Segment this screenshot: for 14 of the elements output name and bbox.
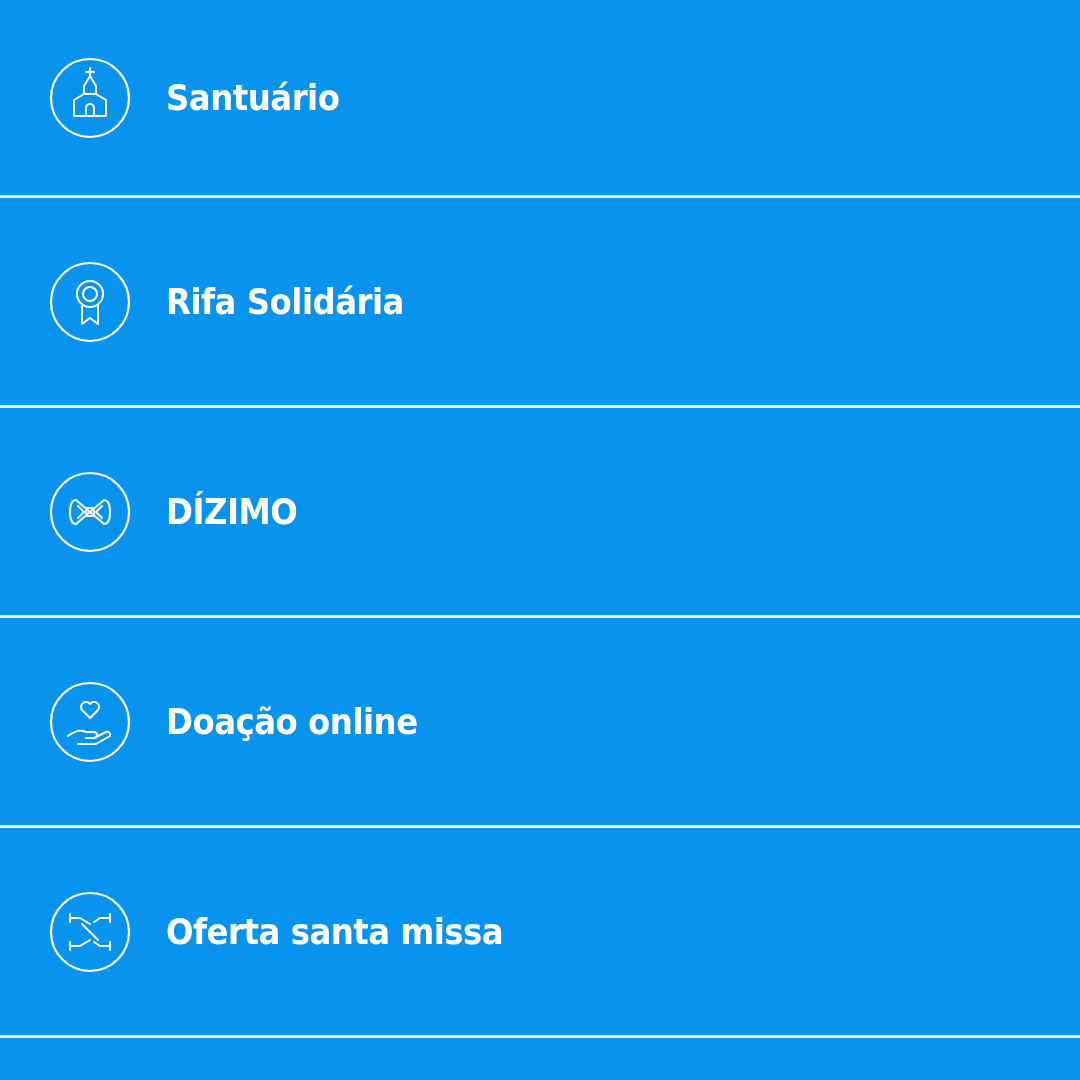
menu-item[interactable]: Santuário — [0, 0, 1080, 198]
church-icon — [48, 55, 132, 140]
menu-item[interactable]: DÍZIMO — [0, 408, 1080, 618]
menu-label: Rifa Solidária — [166, 281, 404, 322]
medal-icon — [48, 259, 132, 344]
menu-label: Oferta santa missa — [166, 911, 504, 952]
menu-label: DÍZIMO — [166, 491, 298, 532]
menu-label: Santuário — [166, 77, 340, 118]
menu-item[interactable]: Rifa Solidária — [0, 198, 1080, 408]
menu-item[interactable]: Doação online — [0, 618, 1080, 828]
menu-item[interactable]: Oferta santa missa — [0, 828, 1080, 1038]
menu-label: Doação online — [166, 701, 418, 742]
bow-icon — [48, 469, 132, 554]
heart-hand-icon — [48, 679, 132, 764]
